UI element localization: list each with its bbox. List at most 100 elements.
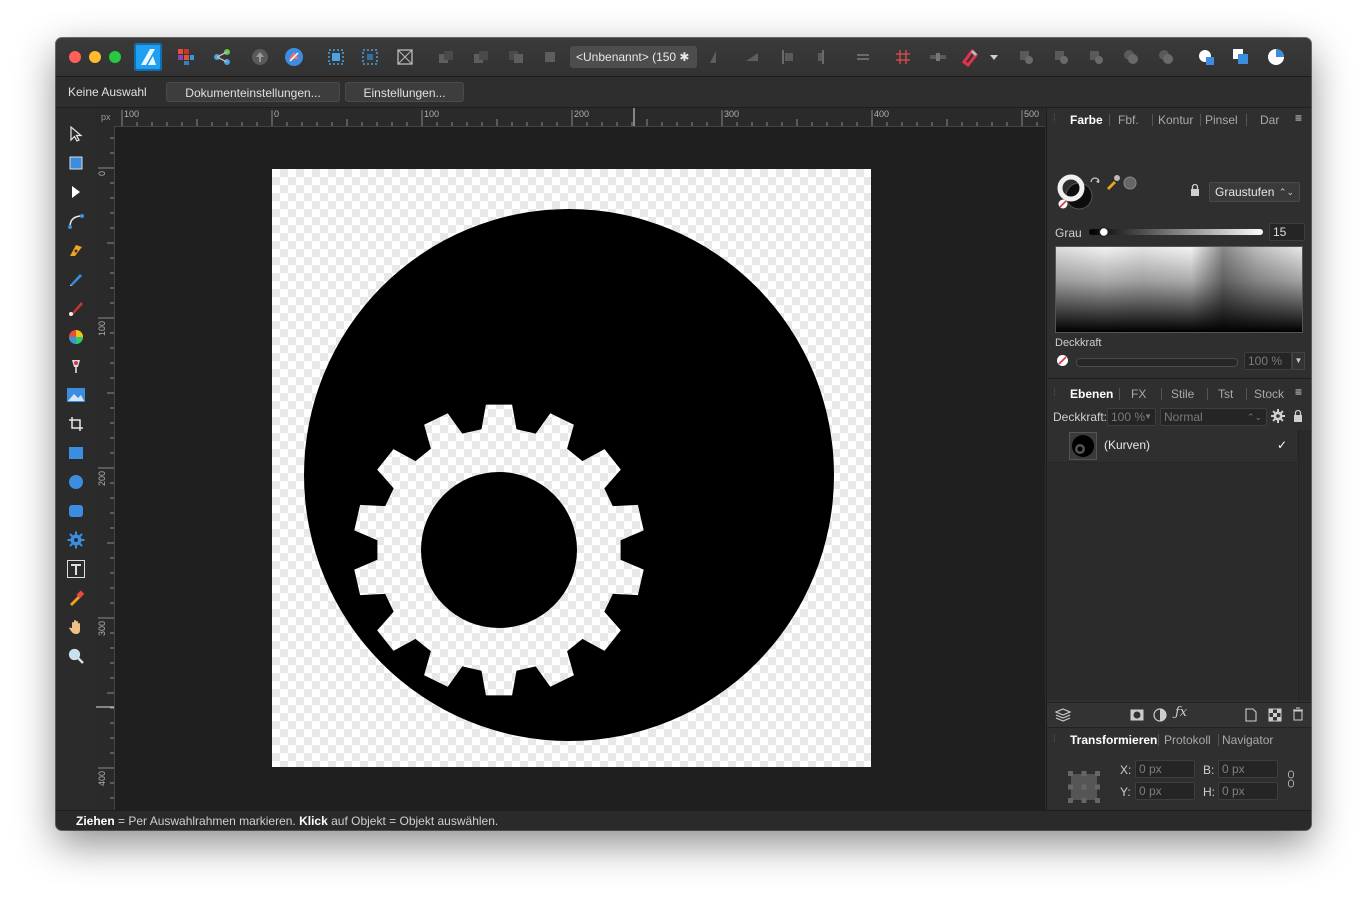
no-opacity-icon[interactable] <box>1056 354 1069 370</box>
add-pixel-layer-icon[interactable] <box>1268 708 1282 725</box>
swap-colors-icon[interactable] <box>1089 176 1101 191</box>
rounded-rectangle-tool-icon[interactable] <box>65 500 87 522</box>
artboard-tool-icon[interactable] <box>65 152 87 174</box>
black-circle-shape[interactable] <box>304 209 834 741</box>
anchor-selector[interactable] <box>1067 770 1101 804</box>
fill-tool-icon[interactable] <box>65 326 87 348</box>
boolean-add-icon[interactable] <box>1196 47 1216 67</box>
cloud-upload-icon[interactable] <box>250 47 270 67</box>
corner-tool-icon[interactable] <box>65 210 87 232</box>
layer-row[interactable]: (Kurven) ✓ <box>1047 430 1297 463</box>
transparency-tool-icon[interactable] <box>65 355 87 377</box>
blend-mode-select[interactable]: Normal ⌃⌄ <box>1160 408 1267 426</box>
cog-shape-tool-icon[interactable] <box>65 529 87 551</box>
layer-opacity-field[interactable]: 100 % ▼ <box>1107 408 1156 426</box>
tab-navigator[interactable]: Navigator <box>1222 733 1273 747</box>
subtract-shape-icon[interactable] <box>1051 47 1071 67</box>
tab-pinsel[interactable]: Pinsel <box>1205 113 1238 127</box>
tab-fbf[interactable]: Fbf. <box>1118 113 1139 127</box>
divide-shape-icon[interactable] <box>1156 47 1176 67</box>
snapping-dropdown-icon[interactable] <box>988 47 1000 67</box>
arrange-front-icon[interactable] <box>540 47 560 67</box>
flip-horizontal-icon[interactable] <box>706 47 726 67</box>
tab-transformieren[interactable]: Transformieren <box>1070 733 1157 747</box>
boolean-intersect-icon[interactable] <box>1266 47 1286 67</box>
x-position-field[interactable]: 0 px <box>1135 760 1195 778</box>
ellipse-tool-icon[interactable] <box>65 471 87 493</box>
snapping-options-icon[interactable] <box>928 47 948 67</box>
share-icon[interactable] <box>284 47 304 67</box>
layers-scrollbar[interactable] <box>1298 430 1311 700</box>
opacity-dropdown[interactable]: ▼ <box>1292 352 1305 370</box>
align-left-icon[interactable] <box>778 47 798 67</box>
gray-slider-knob[interactable] <box>1098 226 1110 238</box>
node-tool-icon[interactable] <box>65 181 87 203</box>
y-position-field[interactable]: 0 px <box>1135 782 1195 800</box>
document-settings-button[interactable]: Dokumenteinstellungen... <box>166 82 340 102</box>
tab-tst[interactable]: Tst <box>1218 387 1233 401</box>
tab-ebenen[interactable]: Ebenen <box>1070 387 1113 401</box>
gear-center-circle[interactable] <box>421 472 577 628</box>
opacity-value-field[interactable]: 100 % <box>1244 352 1292 370</box>
delete-layer-icon[interactable] <box>1292 707 1304 724</box>
rectangle-tool-icon[interactable] <box>65 442 87 464</box>
pixel-persona-icon[interactable] <box>176 47 196 67</box>
tab-farbe[interactable]: Farbe <box>1070 113 1103 127</box>
layer-lock-icon[interactable] <box>1292 409 1304 426</box>
move-tool-icon[interactable] <box>65 123 87 145</box>
tab-kontur[interactable]: Kontur <box>1158 113 1193 127</box>
gray-value-field[interactable]: 15 <box>1269 223 1305 241</box>
zoom-tool-icon[interactable] <box>65 645 87 667</box>
panel-grip-icon[interactable]: ⁞ <box>1053 388 1056 399</box>
boolean-subtract-icon[interactable] <box>1231 47 1251 67</box>
text-tool-icon[interactable] <box>65 558 87 580</box>
lock-icon[interactable] <box>1189 183 1201 200</box>
arrange-forward-icon[interactable] <box>506 47 526 67</box>
preferences-button[interactable]: Einstellungen... <box>345 82 464 102</box>
horizontal-ruler[interactable]: px 100 0 100 200 300 400 500 <box>96 108 1045 127</box>
xor-shape-icon[interactable] <box>1121 47 1141 67</box>
tab-fx[interactable]: FX <box>1131 387 1146 401</box>
pen-tool-icon[interactable] <box>65 239 87 261</box>
intersect-shape-icon[interactable] <box>1086 47 1106 67</box>
layers-stack-icon[interactable] <box>1054 707 1072 726</box>
gray-slider[interactable] <box>1089 226 1263 238</box>
panel-grip-icon[interactable]: ⁞ <box>1053 114 1056 125</box>
layer-name[interactable]: (Kurven) <box>1104 438 1150 452</box>
crop-tool-icon[interactable] <box>65 413 87 435</box>
add-layer-icon[interactable] <box>1245 708 1257 725</box>
tab-stile[interactable]: Stile <box>1171 387 1194 401</box>
link-proportions-icon[interactable] <box>1287 770 1295 791</box>
align-center-icon[interactable] <box>813 47 833 67</box>
vertical-ruler[interactable]: 0 100 200 300 400 <box>96 126 115 810</box>
arrange-backward-icon[interactable] <box>471 47 491 67</box>
curve-shape-artwork[interactable] <box>272 169 871 767</box>
deselect-icon[interactable] <box>360 47 380 67</box>
designer-persona-icon[interactable] <box>134 43 162 71</box>
add-shape-icon[interactable] <box>1016 47 1036 67</box>
tab-protokoll[interactable]: Protokoll <box>1164 733 1211 747</box>
close-window-button[interactable] <box>69 51 81 63</box>
panel-menu-icon[interactable]: ≡ <box>1295 111 1302 125</box>
tab-dar[interactable]: Dar <box>1260 113 1279 127</box>
color-mode-select[interactable]: Graustufen ⌃⌄ <box>1209 182 1300 202</box>
tab-stock[interactable]: Stock <box>1254 387 1284 401</box>
document-tab[interactable]: <Unbenannt> (150 ✱ <box>570 46 697 68</box>
canvas-pasteboard[interactable] <box>115 127 1045 810</box>
noise-swatch-icon[interactable] <box>1123 176 1137 193</box>
panel-grip-icon[interactable]: ⁞ <box>1053 734 1056 745</box>
width-field[interactable]: 0 px <box>1218 760 1278 778</box>
brush-tool-icon[interactable] <box>65 297 87 319</box>
export-persona-icon[interactable] <box>212 47 232 67</box>
arrange-back-icon[interactable] <box>436 47 456 67</box>
gear-icon[interactable] <box>1271 409 1285 426</box>
height-field[interactable]: 0 px <box>1218 782 1278 800</box>
flip-vertical-icon[interactable] <box>742 47 762 67</box>
adjustment-layer-icon[interactable] <box>1153 708 1167 725</box>
color-spectrum[interactable] <box>1055 246 1303 333</box>
fill-stroke-swatch[interactable] <box>1057 174 1093 210</box>
place-image-tool-icon[interactable] <box>65 384 87 406</box>
view-tool-hand-icon[interactable] <box>65 616 87 638</box>
panel-menu-icon[interactable]: ≡ <box>1295 385 1302 399</box>
pencil-tool-icon[interactable] <box>65 268 87 290</box>
